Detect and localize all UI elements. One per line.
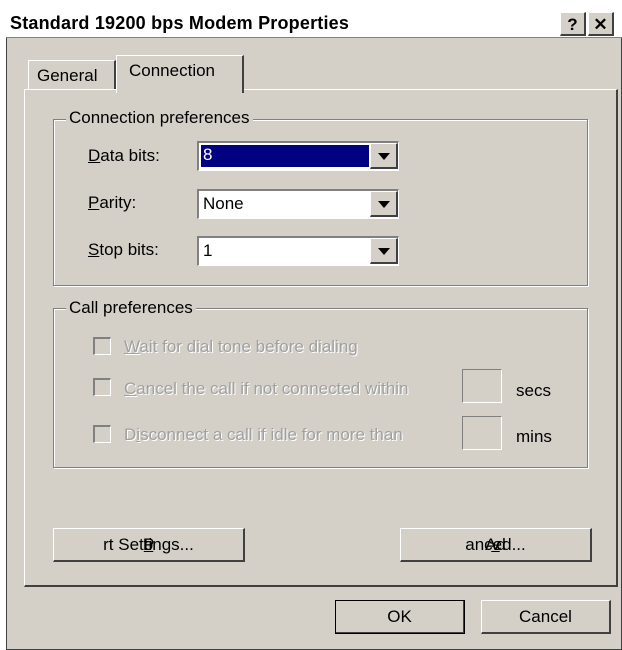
stop-bits-value: 1 bbox=[203, 241, 213, 260]
data-bits-label: Data bits: bbox=[88, 146, 160, 165]
cancel-call-label: Cancel the call if not connected within bbox=[124, 379, 409, 398]
parity-value: None bbox=[203, 194, 244, 213]
tab-connection-label: Connection bbox=[129, 61, 216, 80]
disconnect-idle-label: Disconnect a call if idle for more than bbox=[124, 425, 403, 444]
parity-label: Parity: bbox=[88, 193, 137, 212]
cancel-call-seconds-input[interactable] bbox=[462, 369, 502, 403]
close-button[interactable]: ✕ bbox=[588, 12, 614, 36]
call-preferences-legend: Call preferences bbox=[66, 298, 196, 318]
cancel-call-checkbox[interactable] bbox=[93, 378, 111, 396]
window-title: Standard 19200 bps Modem Properties bbox=[10, 13, 350, 33]
secs-unit-label: secs bbox=[516, 381, 551, 400]
connection-preferences-legend: Connection preferences bbox=[66, 108, 253, 128]
wait-dial-tone-label: Wait for dial tone before dialing bbox=[124, 337, 358, 356]
port-settings-button[interactable]: Po rt Settings... bbox=[53, 528, 245, 562]
cancel-button[interactable]: Cancel bbox=[481, 600, 611, 634]
chevron-down-icon[interactable] bbox=[370, 238, 398, 264]
disconnect-idle-checkbox[interactable] bbox=[93, 425, 111, 443]
help-button[interactable]: ? bbox=[560, 12, 586, 36]
chevron-down-icon[interactable] bbox=[370, 143, 398, 169]
parity-dropdown[interactable]: None bbox=[197, 189, 399, 219]
advanced-button[interactable]: Ad v anced... bbox=[400, 528, 592, 562]
stop-bits-dropdown[interactable]: 1 bbox=[197, 236, 399, 266]
wait-dial-tone-checkbox[interactable] bbox=[93, 337, 111, 355]
stop-bits-label: Stop bits: bbox=[88, 240, 159, 259]
mins-unit-label: mins bbox=[516, 427, 552, 446]
chevron-down-icon[interactable] bbox=[370, 191, 398, 217]
tab-join bbox=[118, 88, 242, 92]
close-icon: ✕ bbox=[593, 15, 608, 34]
cancel-label: Cancel bbox=[519, 606, 572, 626]
ok-label: OK bbox=[387, 606, 412, 626]
tab-general-label: General bbox=[37, 66, 98, 85]
ok-button[interactable]: OK bbox=[335, 600, 465, 634]
tab-general[interactable]: General bbox=[28, 60, 116, 90]
disconnect-idle-minutes-input[interactable] bbox=[462, 416, 502, 450]
data-bits-dropdown[interactable]: 8 bbox=[197, 141, 399, 171]
data-bits-value: 8 bbox=[201, 145, 369, 167]
